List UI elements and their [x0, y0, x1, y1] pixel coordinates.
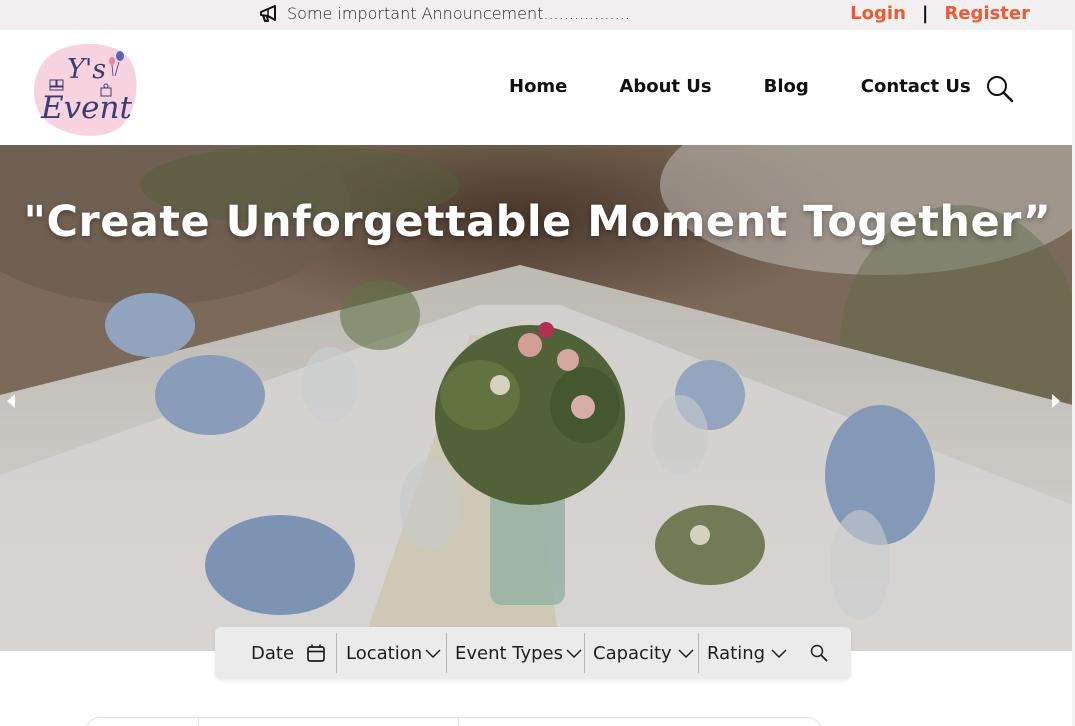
date-filter[interactable]: Date: [215, 627, 336, 679]
site-logo[interactable]: Y's Event: [33, 40, 139, 136]
login-link[interactable]: Login: [850, 3, 906, 24]
filter-search-button[interactable]: [801, 627, 829, 679]
card-divider: [458, 718, 459, 726]
hero-title: "Create Unforgettable Moment Together”: [23, 197, 1052, 247]
event-types-filter-label: Event Types: [455, 642, 564, 664]
location-filter-label: Location: [346, 642, 423, 664]
calendar-icon: [307, 644, 325, 662]
event-results-card: [85, 717, 822, 726]
announcement-text: Some important Announcement.............…: [287, 4, 630, 23]
rating-filter[interactable]: Rating: [699, 627, 801, 679]
event-types-filter[interactable]: Event Types: [447, 627, 584, 679]
announcement-bar: Some important Announcement.............…: [0, 0, 1075, 30]
chevron-down-icon: [425, 649, 441, 658]
megaphone-icon: [260, 4, 276, 22]
nav-blog[interactable]: Blog: [764, 76, 809, 97]
caret-right-icon[interactable]: [1050, 393, 1062, 409]
nav-home[interactable]: Home: [509, 76, 567, 97]
site-header: Y's Event Home About Us Blog Contact Us: [0, 30, 1075, 145]
capacity-filter-label: Capacity: [593, 642, 672, 664]
main-nav: Home About Us Blog Contact Us: [509, 76, 971, 97]
caret-left-icon[interactable]: [5, 393, 17, 409]
auth-links: Login | Register: [850, 3, 1030, 24]
card-divider: [198, 718, 199, 726]
nav-about-us[interactable]: About Us: [619, 76, 711, 97]
logo-text-line2: Event: [40, 90, 132, 126]
logo-text-line1: Y's: [67, 54, 106, 85]
announcement: Some important Announcement.............…: [258, 4, 630, 23]
date-filter-label: Date: [251, 642, 295, 664]
rating-filter-label: Rating: [707, 642, 766, 664]
search-icon: [810, 644, 828, 662]
chevron-down-icon: [678, 649, 694, 658]
search-icon[interactable]: [985, 74, 1015, 104]
chevron-down-icon: [566, 649, 582, 658]
hero-banner: "Create Unforgettable Moment Together”: [0, 145, 1073, 651]
chevron-down-icon: [771, 649, 787, 658]
capacity-filter[interactable]: Capacity: [585, 627, 698, 679]
register-link[interactable]: Register: [944, 3, 1030, 24]
event-filter-bar: Date Location Event Types Capacity Ratin…: [215, 627, 851, 679]
auth-separator: |: [921, 3, 929, 24]
nav-contact-us[interactable]: Contact Us: [861, 76, 971, 97]
location-filter[interactable]: Location: [337, 627, 446, 679]
